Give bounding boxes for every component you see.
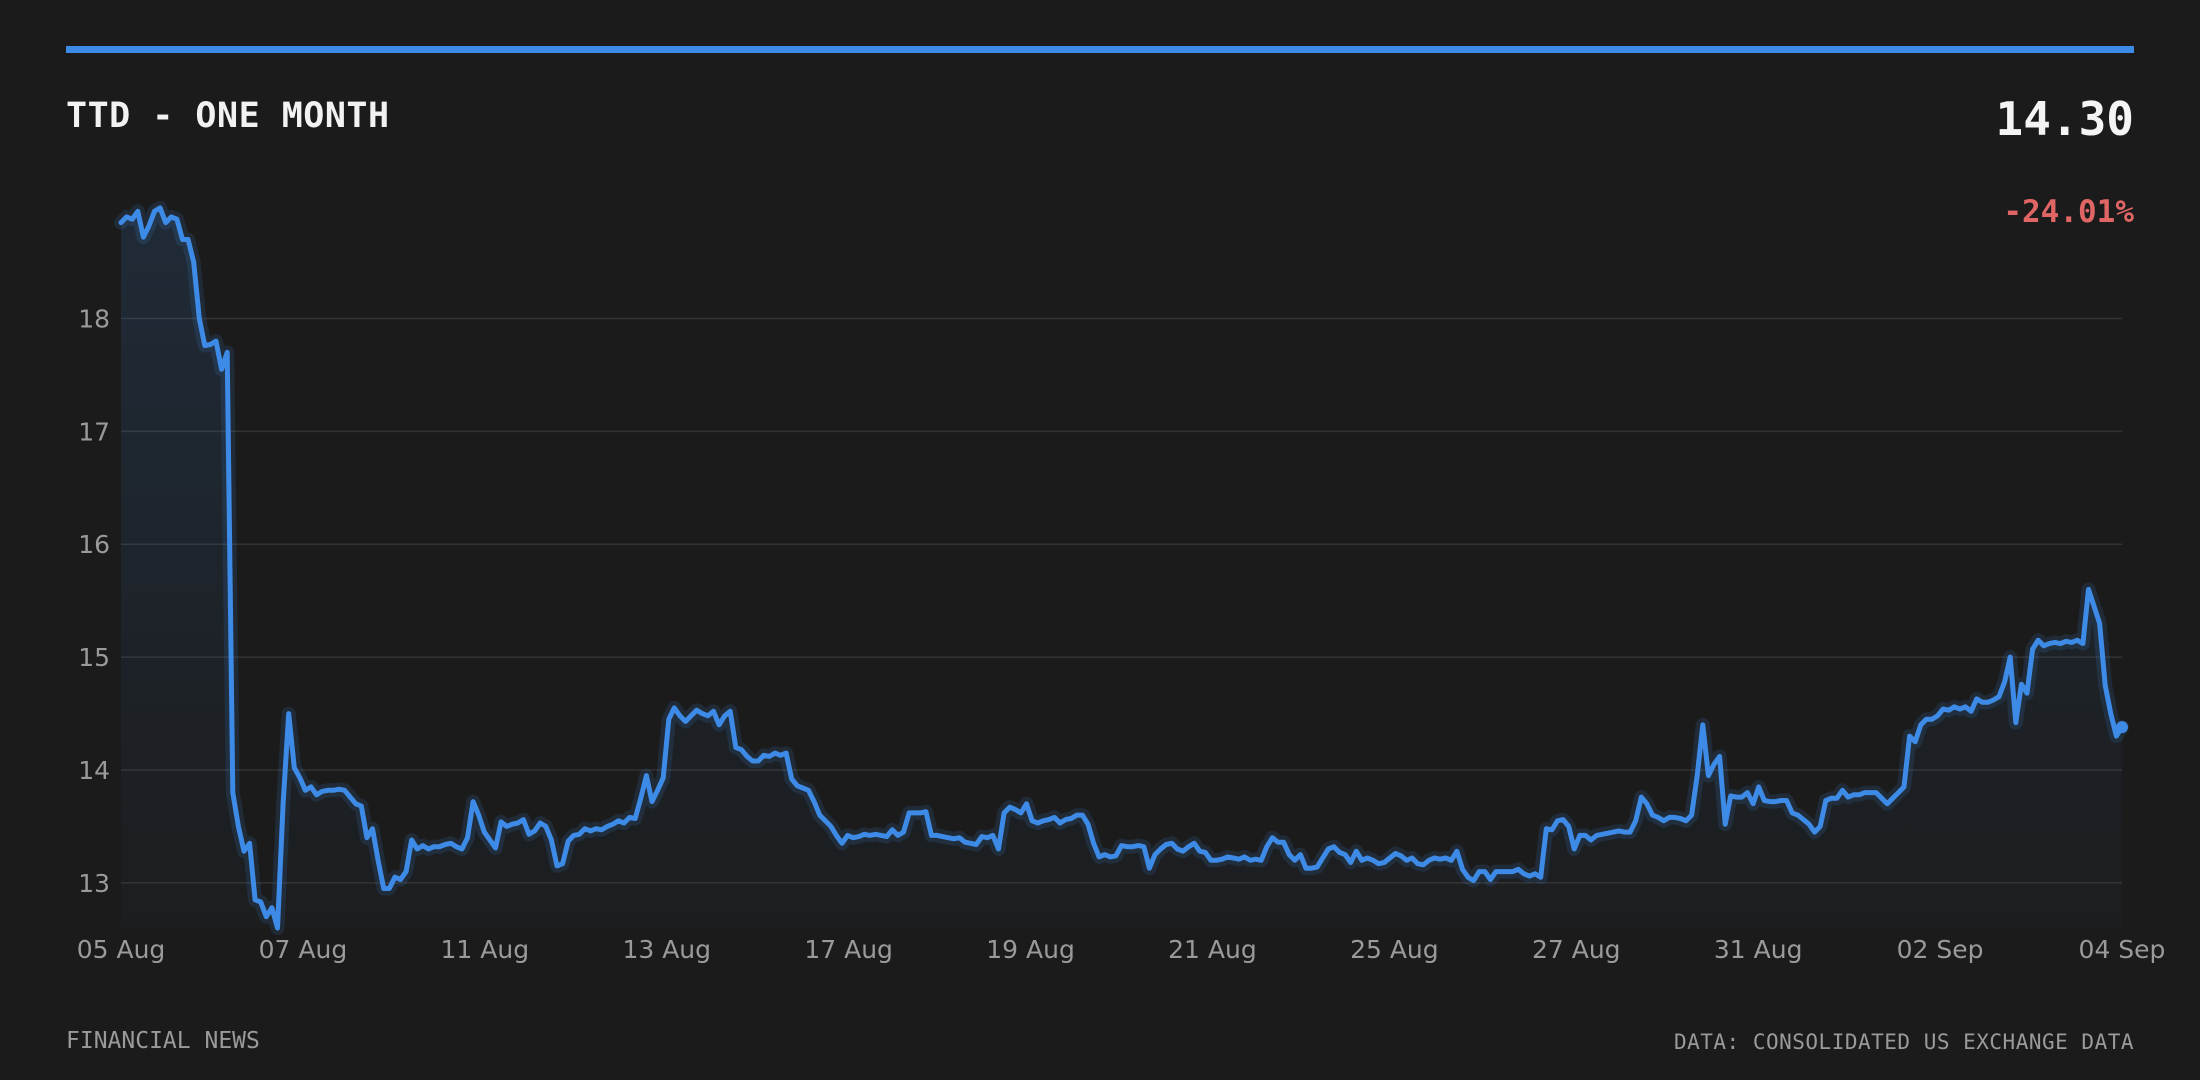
footer-source: FINANCIAL NEWS (66, 1028, 260, 1054)
y-tick-label: 15 (78, 643, 110, 672)
y-tick-label: 13 (78, 869, 110, 898)
footer-data-note: DATA: CONSOLIDATED US EXCHANGE DATA (1673, 1030, 2134, 1054)
x-tick-label: 11 Aug (441, 935, 530, 964)
x-tick-label: 04 Sep (2079, 935, 2166, 964)
price-line-chart: 13 14 15 16 17 18 05 Aug 07 Aug 11 Aug 13 Aug 17 … (77, 200, 2166, 964)
x-axis-ticks: 05 Aug 07 Aug 11 Aug 13 Aug 17 Aug 19 Aug 21 A… (77, 935, 2166, 964)
x-tick-label: 25 Aug (1350, 935, 1439, 964)
series-line-group (114, 200, 2129, 935)
x-tick-label: 07 Aug (259, 935, 348, 964)
x-tick-label: 27 Aug (1532, 935, 1621, 964)
x-tick-label: 17 Aug (804, 935, 893, 964)
last-point-marker (2116, 721, 2128, 734)
y-tick-label: 16 (78, 530, 110, 559)
x-tick-label: 05 Aug (77, 935, 166, 964)
y-axis-ticks: 13 14 15 16 17 18 (78, 305, 110, 898)
y-tick-label: 14 (78, 756, 110, 785)
x-tick-label: 19 Aug (986, 935, 1075, 964)
x-tick-label: 21 Aug (1168, 935, 1257, 964)
series-line (118, 205, 2125, 931)
y-tick-label: 17 (78, 417, 110, 446)
y-tick-label: 18 (78, 305, 110, 334)
x-tick-label: 31 Aug (1714, 935, 1803, 964)
x-tick-label: 13 Aug (622, 935, 711, 964)
x-tick-label: 02 Sep (1897, 935, 1984, 964)
